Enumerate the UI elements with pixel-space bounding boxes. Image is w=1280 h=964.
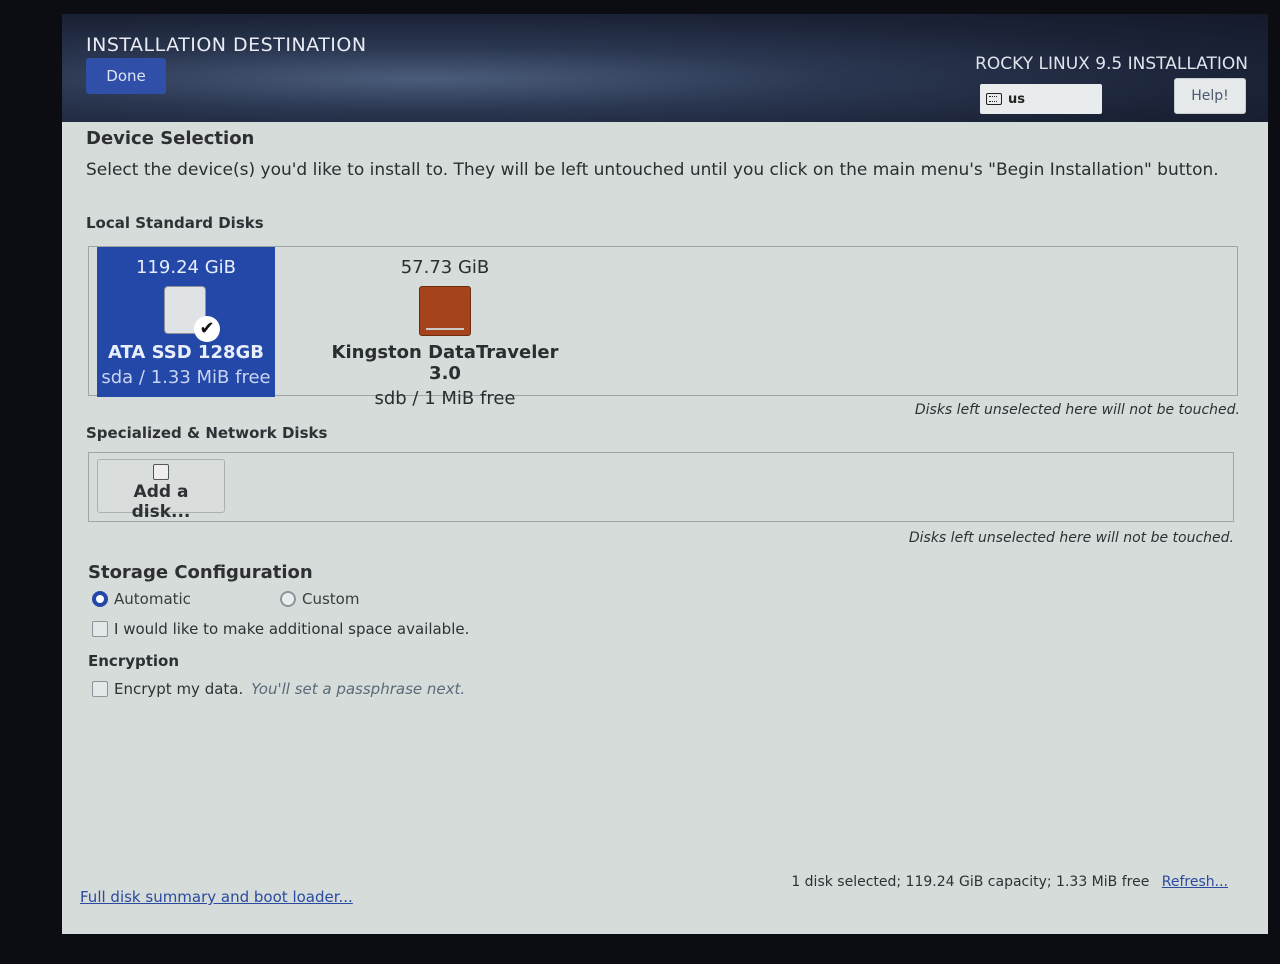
keyboard-layout-label: us — [1008, 91, 1025, 107]
additional-space-checkbox[interactable]: I would like to make additional space av… — [92, 620, 469, 638]
encryption-heading: Encryption — [88, 652, 180, 670]
network-disks-note: Disks left unselected here will not be t… — [908, 530, 1234, 546]
disk-small-icon — [153, 464, 169, 480]
device-selection-heading: Device Selection — [86, 128, 255, 149]
network-disks-panel: Add a disk... — [88, 452, 1234, 522]
local-disks-label: Local Standard Disks — [86, 214, 264, 232]
encrypt-hint: You'll set a passphrase next. — [251, 680, 466, 698]
storage-config-heading: Storage Configuration — [88, 562, 313, 583]
hdd-icon: ✔ — [164, 286, 220, 342]
disk-status-text: 1 disk selected; 119.24 GiB capacity; 1.… — [791, 874, 1150, 890]
add-disk-label: Add a disk... — [131, 482, 191, 522]
encrypt-label: Encrypt my data. — [114, 680, 244, 698]
done-button[interactable]: Done — [86, 58, 166, 94]
device-selection-description: Select the device(s) you'd like to insta… — [86, 160, 1219, 180]
disk-sda[interactable]: 119.24 GiB ✔ ATA SSD 128GB sda / 1.33 Mi… — [97, 247, 275, 397]
main-content: Device Selection Select the device(s) yo… — [62, 122, 1268, 934]
radio-selected-icon — [92, 591, 108, 607]
usb-drive-icon — [419, 286, 471, 336]
disk-info: sdb / 1 MiB free — [374, 388, 516, 409]
additional-space-label: I would like to make additional space av… — [114, 620, 470, 638]
local-disks-note: Disks left unselected here will not be t… — [914, 402, 1240, 418]
installer-window: INSTALLATION DESTINATION Done ROCKY LINU… — [62, 14, 1268, 934]
checkbox-icon — [92, 621, 108, 637]
disk-summary-link[interactable]: Full disk summary and boot loader... — [80, 888, 353, 906]
disk-name: Kingston DataTraveler 3.0 — [331, 342, 559, 384]
disk-name: ATA SSD 128GB — [107, 342, 264, 363]
radio-unselected-icon — [280, 591, 296, 607]
disk-sdb[interactable]: 57.73 GiB Kingston DataTraveler 3.0 sdb … — [315, 247, 575, 409]
radio-automatic[interactable]: Automatic — [92, 590, 191, 608]
help-button[interactable]: Help! — [1174, 78, 1246, 114]
product-title: ROCKY LINUX 9.5 INSTALLATION — [975, 54, 1248, 74]
network-disks-label: Specialized & Network Disks — [86, 424, 328, 442]
refresh-link[interactable]: Refresh... — [1162, 874, 1228, 890]
disk-capacity: 57.73 GiB — [400, 257, 490, 278]
checkbox-icon — [92, 681, 108, 697]
checkmark-icon: ✔ — [194, 316, 220, 342]
page-title: INSTALLATION DESTINATION — [86, 34, 367, 56]
local-disks-panel: 119.24 GiB ✔ ATA SSD 128GB sda / 1.33 Mi… — [88, 246, 1238, 409]
radio-automatic-label: Automatic — [114, 590, 191, 608]
add-disk-button[interactable]: Add a disk... — [97, 459, 225, 522]
disk-info: sda / 1.33 MiB free — [101, 367, 271, 388]
disk-capacity: 119.24 GiB — [135, 257, 236, 278]
disk-status: 1 disk selected; 119.24 GiB capacity; 1.… — [791, 874, 1228, 890]
keyboard-layout-indicator[interactable]: us — [980, 84, 1102, 114]
header-bar: INSTALLATION DESTINATION Done ROCKY LINU… — [62, 14, 1268, 122]
radio-custom-label: Custom — [302, 590, 360, 608]
radio-custom[interactable]: Custom — [280, 590, 359, 608]
encrypt-checkbox[interactable]: Encrypt my data. You'll set a passphrase… — [92, 680, 465, 698]
keyboard-icon — [986, 93, 1002, 105]
